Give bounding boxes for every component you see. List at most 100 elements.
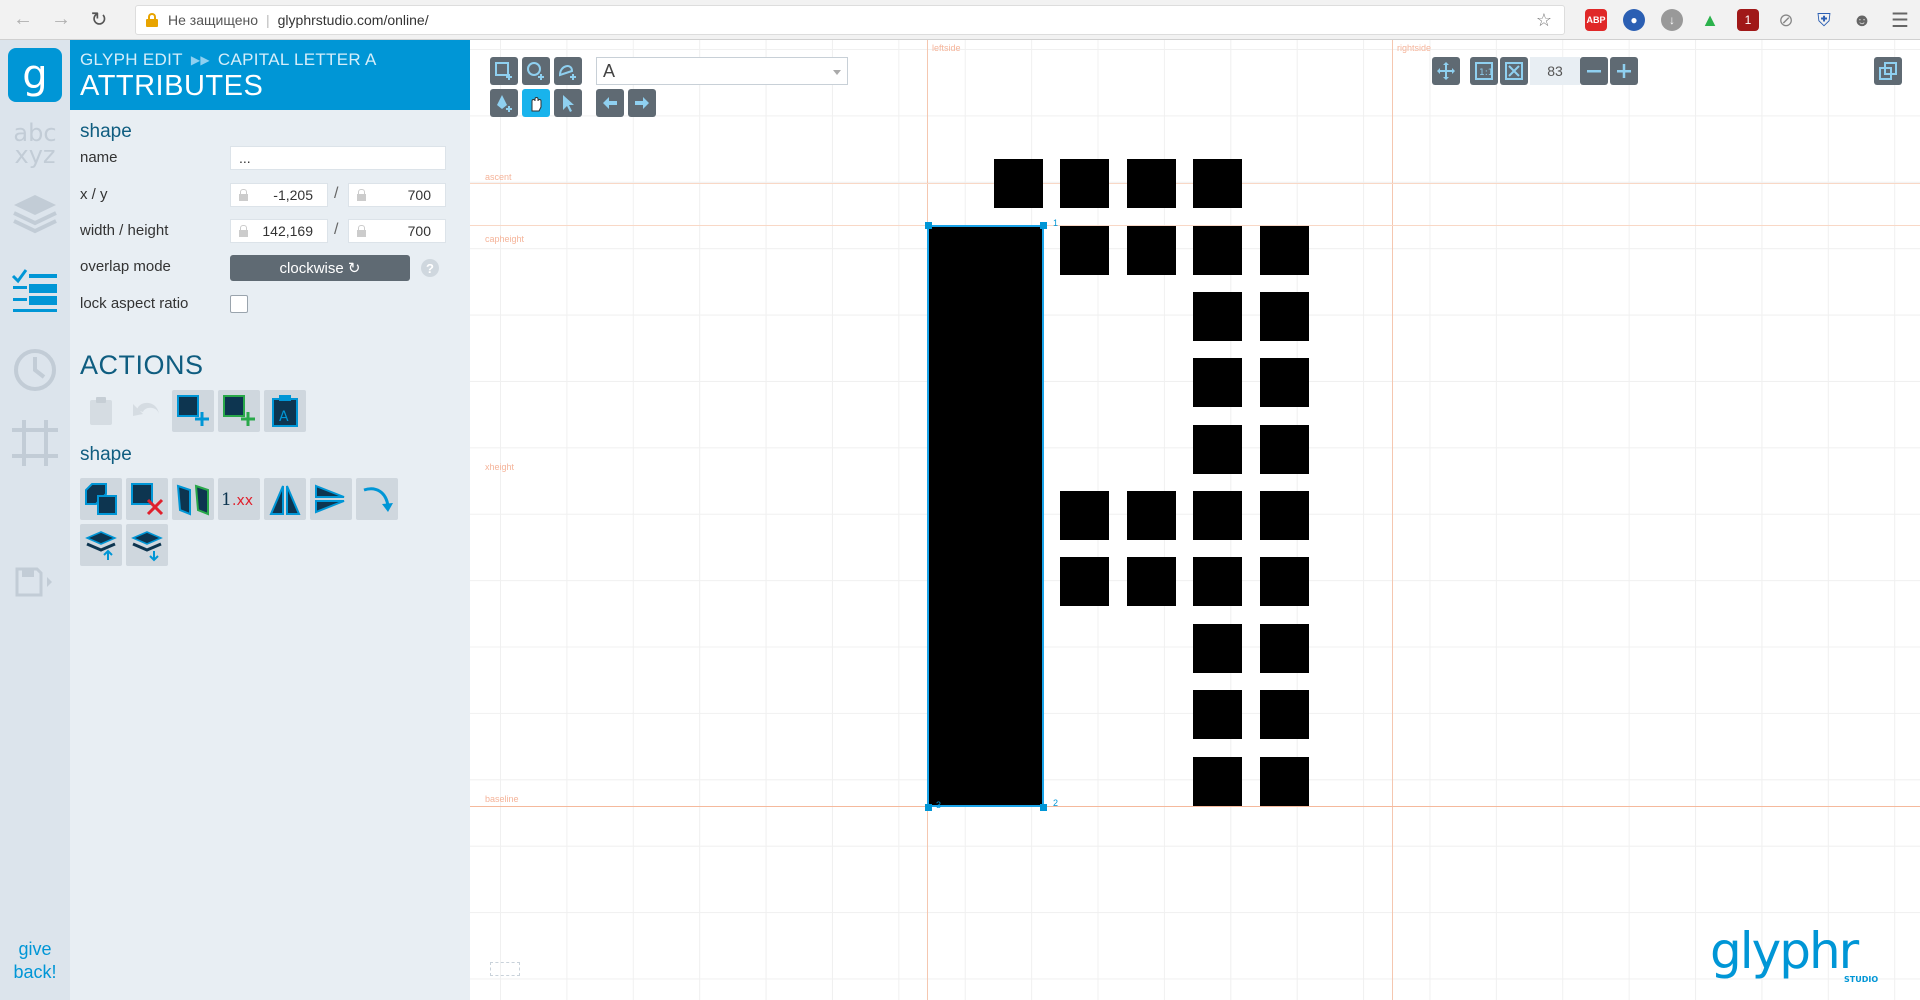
bookmark-star-icon[interactable]: ☆	[1536, 10, 1552, 31]
height-field[interactable]: 700	[348, 219, 446, 243]
zoom-level[interactable]: 83	[1530, 57, 1580, 85]
download-extension-icon[interactable]: ↓	[1661, 9, 1683, 31]
pan-hand-tool[interactable]	[522, 89, 550, 117]
lock-height-icon[interactable]	[357, 225, 366, 237]
move-down-layer-button[interactable]	[126, 524, 168, 566]
move-up-layer-button[interactable]	[80, 524, 122, 566]
glyph-shape[interactable]	[1193, 159, 1242, 208]
glyph-shape[interactable]	[1193, 757, 1242, 806]
back-icon[interactable]: ←	[8, 5, 38, 35]
glyph-shape[interactable]	[1260, 757, 1309, 806]
glyph-shape[interactable]	[1260, 557, 1309, 606]
glyph-select[interactable]: A	[596, 57, 848, 85]
menu-icon[interactable]: ☰	[1889, 9, 1911, 32]
glyph-shape[interactable]	[1127, 226, 1176, 275]
previous-glyph-button[interactable]	[596, 89, 624, 117]
glyph-shape[interactable]	[1193, 557, 1242, 606]
security-status[interactable]: Не защищено	[168, 12, 258, 28]
glyph-shape[interactable]	[1127, 557, 1176, 606]
glyph-select-value[interactable]: A	[603, 61, 615, 82]
copy-shape-button[interactable]	[80, 478, 122, 520]
glyph-edit-icon[interactable]: abc xyz	[10, 120, 60, 170]
glyph-shape[interactable]	[1260, 690, 1309, 739]
help-icon[interactable]: ?	[421, 259, 439, 277]
glyph-shape[interactable]	[1260, 358, 1309, 407]
profile-icon[interactable]: ☻	[1851, 9, 1873, 31]
bookmark-extension-icon[interactable]: ▲	[1699, 9, 1721, 31]
glyph-shape[interactable]	[1193, 358, 1242, 407]
pointer-select-tool[interactable]	[554, 89, 582, 117]
glyph-shape[interactable]	[1060, 226, 1109, 275]
guides-icon[interactable]	[10, 418, 60, 468]
address-bar[interactable]: Не защищено | glyphrstudio.com/online/ ☆	[135, 5, 1565, 35]
save-icon[interactable]	[10, 557, 60, 607]
glyph-shape[interactable]	[1193, 690, 1242, 739]
flip-horizontal-button[interactable]	[264, 478, 306, 520]
glyph-shape[interactable]	[994, 159, 1043, 208]
glyph-shape[interactable]	[1260, 624, 1309, 673]
shape-name-input[interactable]: ...	[230, 146, 446, 170]
glyph-shape[interactable]	[1127, 159, 1176, 208]
history-icon[interactable]	[10, 345, 60, 395]
lock-width-icon[interactable]	[239, 225, 248, 237]
glyph-shape[interactable]	[1060, 557, 1109, 606]
lock-x-icon[interactable]	[239, 189, 248, 201]
glyph-shape[interactable]	[1260, 226, 1309, 275]
glyph-shape[interactable]	[1260, 292, 1309, 341]
keyboard-shortcuts-icon[interactable]	[490, 962, 520, 976]
url-text[interactable]: glyphrstudio.com/online/	[278, 12, 429, 28]
zoom-out-button[interactable]	[1580, 57, 1608, 85]
x-value[interactable]: -1,205	[273, 187, 313, 203]
new-rectangle-tool[interactable]	[490, 57, 518, 85]
glyph-shape[interactable]	[1193, 292, 1242, 341]
new-path-tool[interactable]	[554, 57, 582, 85]
insecure-lock-icon[interactable]	[146, 13, 158, 27]
breadcrumb-glyph-edit[interactable]: GLYPH EDIT	[80, 50, 183, 70]
glyph-shape[interactable]	[1260, 491, 1309, 540]
reverse-winding-button[interactable]	[172, 478, 214, 520]
glyph-shape[interactable]	[1060, 159, 1109, 208]
get-shapes-button[interactable]: A	[264, 390, 306, 432]
give-back-line1[interactable]: give	[0, 938, 70, 961]
next-glyph-button[interactable]	[628, 89, 656, 117]
glyph-shape[interactable]	[1127, 491, 1176, 540]
resize-handle[interactable]	[1040, 222, 1047, 229]
add-component-button[interactable]	[218, 390, 260, 432]
pan-view-button[interactable]	[1432, 57, 1460, 85]
rotate-shape-button[interactable]	[356, 478, 398, 520]
shield-extension-icon[interactable]: ⛨	[1813, 9, 1835, 31]
actual-size-button[interactable]: 1:1	[1470, 57, 1498, 85]
forward-icon[interactable]: →	[46, 5, 76, 35]
delete-shape-button[interactable]	[126, 478, 168, 520]
breadcrumb-capital-letter-a[interactable]: CAPITAL LETTER A	[218, 50, 377, 70]
add-shape-button[interactable]	[172, 390, 214, 432]
lock-aspect-checkbox[interactable]	[230, 295, 248, 313]
give-back-link[interactable]: give back!	[0, 938, 70, 983]
glyph-shape[interactable]	[1193, 425, 1242, 474]
flip-vertical-button[interactable]	[310, 478, 352, 520]
y-field[interactable]: 700	[348, 183, 446, 207]
width-field[interactable]: 142,169	[230, 219, 328, 243]
edit-canvas[interactable]: leftside rightside ascent capheight xhei…	[470, 40, 1920, 1000]
lock-y-icon[interactable]	[357, 189, 366, 201]
popout-window-button[interactable]	[1874, 57, 1902, 85]
height-value[interactable]: 700	[408, 223, 431, 239]
y-value[interactable]: 700	[408, 187, 431, 203]
glyph-shape[interactable]	[1193, 226, 1242, 275]
fit-to-window-button[interactable]	[1500, 57, 1528, 85]
resize-handle[interactable]	[925, 804, 932, 811]
glyph-shape[interactable]	[1060, 491, 1109, 540]
give-back-line2[interactable]: back!	[0, 961, 70, 984]
block-extension-icon[interactable]: ⊘	[1775, 9, 1797, 31]
reload-icon[interactable]: ↻	[84, 5, 114, 35]
round-point-values-button[interactable]: 1 .xx	[218, 478, 260, 520]
zoom-in-button[interactable]	[1610, 57, 1638, 85]
pen-add-tool[interactable]	[490, 89, 518, 117]
chevron-down-icon[interactable]	[833, 70, 841, 75]
ublock-origin-icon[interactable]: 1	[1737, 9, 1759, 31]
resize-handle[interactable]	[925, 222, 932, 229]
x-field[interactable]: -1,205	[230, 183, 328, 207]
globe-extension-icon[interactable]: ●	[1623, 9, 1645, 31]
layers-icon[interactable]	[10, 190, 60, 240]
width-value[interactable]: 142,169	[262, 223, 313, 239]
